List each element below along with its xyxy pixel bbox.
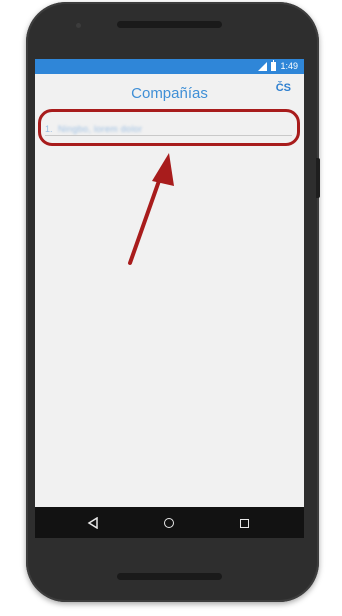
home-icon — [164, 518, 174, 528]
status-time: 1:49 — [280, 61, 298, 71]
signal-icon — [258, 61, 268, 71]
status-bar: 1:49 — [35, 59, 304, 74]
page-title: Compañías — [131, 85, 208, 102]
front-camera — [76, 23, 81, 28]
home-button[interactable] — [159, 513, 179, 533]
bottom-speaker — [117, 573, 222, 580]
recent-apps-button[interactable] — [234, 513, 254, 533]
app-bar: Compañías ČS — [35, 74, 304, 108]
battery-icon — [271, 59, 277, 71]
navigation-bar — [35, 507, 304, 538]
highlight-annotation — [38, 109, 300, 146]
power-button — [316, 158, 320, 198]
top-speaker — [117, 21, 222, 28]
back-button[interactable] — [83, 513, 103, 533]
back-icon — [87, 517, 98, 529]
recent-apps-icon — [239, 518, 249, 528]
app-bar-action-button[interactable]: ČS — [276, 82, 291, 94]
status-icons: 1:49 — [258, 59, 298, 71]
